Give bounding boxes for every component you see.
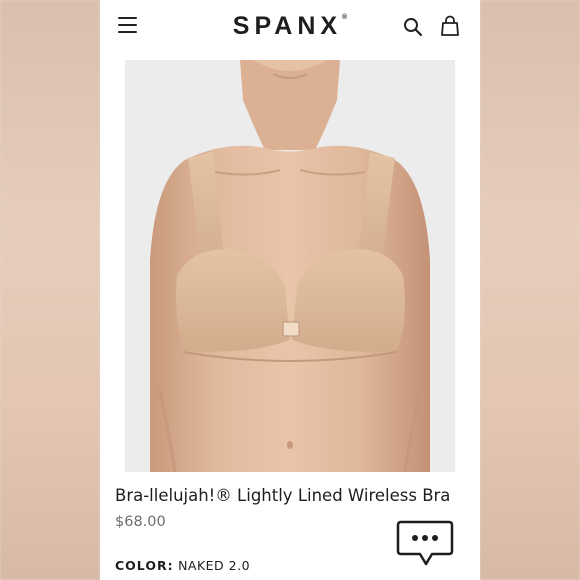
product-price: $68.00	[115, 514, 166, 530]
chat-bubble-icon[interactable]	[396, 518, 454, 568]
product-page: SPANX® Bra-llelujah!® Lightly Lined Wire…	[100, 0, 480, 580]
product-title: Bra-llelujah!® Lightly Lined Wireless Br…	[115, 486, 451, 505]
color-label: COLOR:	[115, 558, 174, 573]
shopping-bag-icon[interactable]	[440, 15, 460, 37]
brand-logo[interactable]: SPANX®	[100, 12, 480, 41]
product-photo[interactable]	[125, 60, 455, 472]
search-icon[interactable]	[403, 17, 423, 37]
brand-mark: ®	[342, 14, 348, 21]
color-selector: COLOR: NAKED 2.0	[115, 558, 250, 573]
brand-name: SPANX	[232, 12, 343, 40]
site-header: SPANX®	[100, 0, 480, 54]
product-photo-illustration	[125, 60, 455, 472]
blurred-backdrop-left	[0, 0, 100, 580]
blurred-backdrop-right	[480, 0, 580, 580]
color-value: NAKED 2.0	[178, 558, 251, 573]
